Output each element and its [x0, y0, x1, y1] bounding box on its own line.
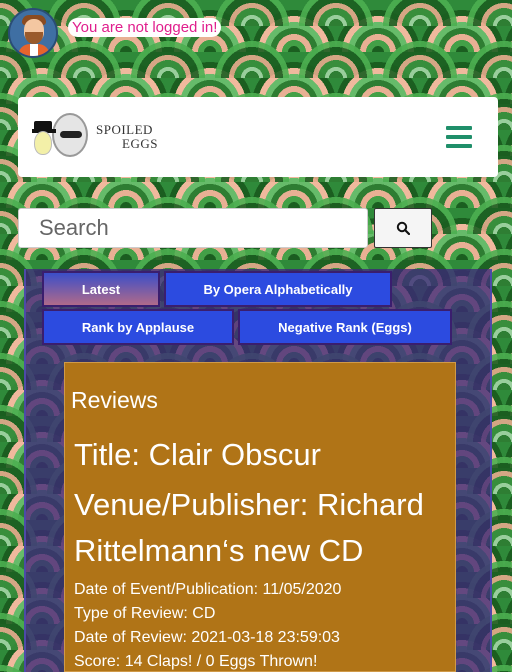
brand-logo[interactable]: SPOILED EGGS — [32, 109, 158, 165]
search-button[interactable] — [374, 208, 432, 248]
login-status: You are not logged in! — [68, 17, 222, 37]
reviews-panel: Latest By Opera Alphabetically Rank by A… — [24, 269, 492, 672]
review-type: Type of Review: CD — [74, 605, 216, 622]
search-bar — [18, 208, 432, 248]
brand-name: SPOILED EGGS — [96, 122, 158, 151]
review-card: Reviews Title: Clair Obscur Venue/Publis… — [64, 362, 456, 672]
search-icon — [396, 221, 410, 235]
section-title: Reviews — [71, 387, 158, 413]
review-date-of-event: Date of Event/Publication: 11/05/2020 — [74, 581, 342, 598]
hamburger-menu-icon[interactable] — [446, 126, 472, 148]
tab-by-opera-alphabetically[interactable]: By Opera Alphabetically — [164, 271, 392, 307]
top-bar: You are not logged in! — [8, 8, 222, 58]
review-venue: Venue/Publisher: Richard Rittelmann‘s ne… — [74, 487, 424, 568]
site-header: SPOILED EGGS — [18, 97, 498, 177]
spoiled-eggs-logo-icon — [32, 109, 92, 165]
review-date-of-review: Date of Review: 2021-03-18 23:59:03 — [74, 629, 340, 646]
tab-rank-by-applause[interactable]: Rank by Applause — [42, 309, 234, 345]
search-input[interactable] — [18, 208, 368, 248]
tab-latest[interactable]: Latest — [42, 271, 160, 307]
review-score: Score: 14 Claps! / 0 Eggs Thrown! — [74, 653, 318, 670]
review-title[interactable]: Title: Clair Obscur — [71, 432, 449, 478]
avatar[interactable] — [8, 8, 58, 58]
tab-negative-rank-eggs[interactable]: Negative Rank (Eggs) — [238, 309, 452, 345]
